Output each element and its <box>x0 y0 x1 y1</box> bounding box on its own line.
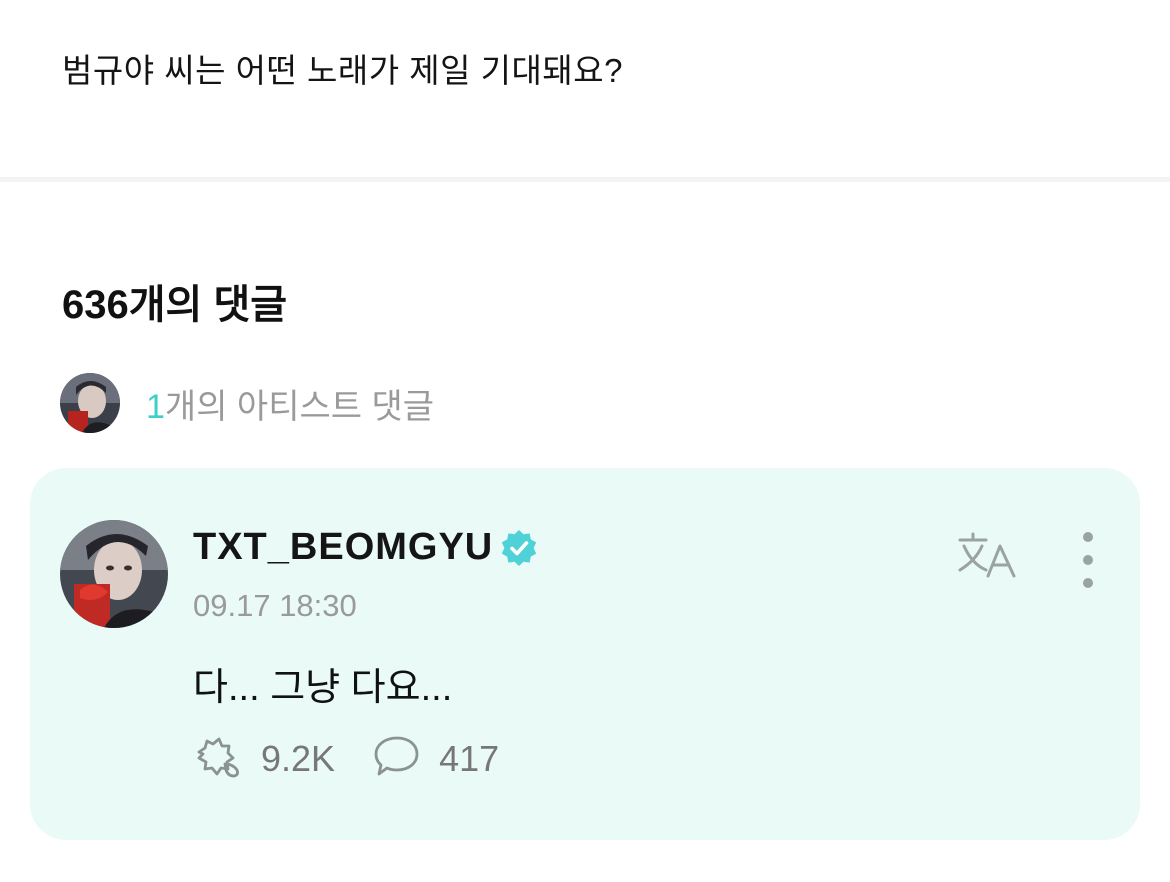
artist-comments-filter[interactable]: 1개의 아티스트 댓글 <box>60 372 434 434</box>
comment-username[interactable]: TXT_BEOMGYU <box>193 526 493 569</box>
commenter-avatar[interactable] <box>60 520 168 628</box>
comments-count-title: 636개의 댓글 <box>62 283 288 327</box>
artist-comments-count: 1 <box>146 387 165 426</box>
comment-text: 다... 그냥 다요... <box>193 667 453 709</box>
artist-avatar <box>60 373 120 433</box>
cheer-icon <box>193 734 245 783</box>
translate-icon <box>956 530 1020 587</box>
artist-comments-label: 1개의 아티스트 댓글 <box>146 379 434 428</box>
like-count: 9.2K <box>261 737 336 779</box>
like-button[interactable]: 9.2K <box>193 734 335 783</box>
translate-button[interactable] <box>956 530 1020 586</box>
verified-badge-icon <box>499 528 539 568</box>
reply-count: 417 <box>439 737 500 779</box>
reply-button[interactable]: 417 <box>371 734 499 783</box>
more-vertical-icon <box>1083 532 1093 542</box>
comment-bubble-icon <box>371 734 423 783</box>
comment-timestamp: 09.17 18:30 <box>193 588 357 623</box>
comment-actions: 9.2K 417 <box>193 734 535 783</box>
section-divider <box>0 177 1170 182</box>
artist-comment-card: TXT_BEOMGYU 09.17 18:30 다... 그냥 다요... 9.… <box>30 468 1140 840</box>
artist-comments-suffix: 개의 아티스트 댓글 <box>164 387 435 426</box>
comment-author-row: TXT_BEOMGYU <box>193 526 539 569</box>
more-options-button[interactable] <box>1070 532 1106 588</box>
post-text: 범규야 씨는 어떤 노래가 제일 기대돼요? <box>62 52 623 89</box>
